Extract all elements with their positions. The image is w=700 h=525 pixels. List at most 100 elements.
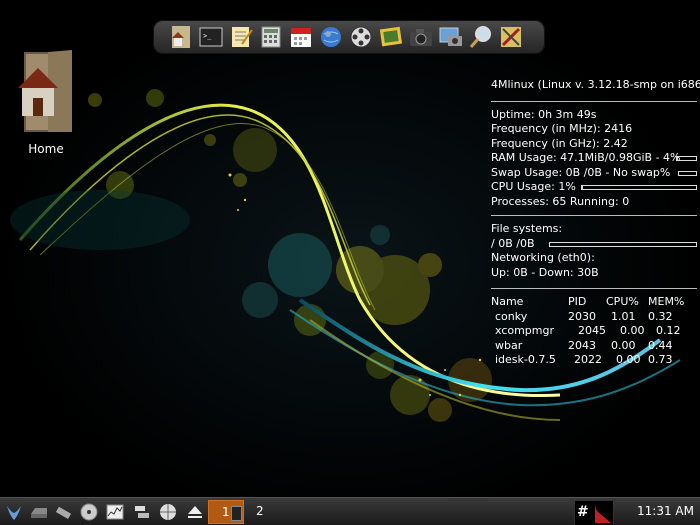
ram-usage-text: RAM Usage: 47.1MiB/0.98GiB - 4% [491,151,681,164]
table-row: xcompmgr 2045 0.00 0.12 [491,324,684,339]
svg-text:>_: >_ [203,32,212,40]
network-plug-icon [55,506,72,519]
divider [491,288,697,289]
calendar-icon [291,28,311,47]
divider [491,100,697,102]
dock-terminal[interactable]: >_ [197,23,225,51]
workspace-2-button[interactable]: 2 [248,500,272,524]
workspace-1-label: 1 [222,505,230,519]
taskbar-network-settings-button[interactable] [157,501,179,523]
process-cpu: 0.00 [616,353,641,366]
dock-camera[interactable] [407,23,435,51]
file-system-usage-bar [549,241,697,247]
swap-usage-row: Swap Usage: 0B /0B - No swap% [491,166,697,181]
taskbar-network-button[interactable] [53,501,75,523]
uptime-text: Uptime: 0h 3m 49s [491,107,597,121]
system-header: 4Mlinux (Linux v. 3.12.18-smp on i686) [491,78,700,91]
process-name: xcompmgr [495,324,555,337]
dock-screenshot[interactable] [437,23,465,51]
taskbar: 1 2 # 11:31 AM [0,497,700,525]
clock[interactable]: 11:31 AM [637,504,694,518]
film-reel-icon [350,26,372,48]
process-table-header: Name PID CPU% MEM% [491,295,684,310]
file-system-root-text: / 0B /0B [491,236,535,250]
screenshot-icon [439,27,462,46]
column-header-cpu: CPU% [606,295,639,308]
globe-icon [160,504,176,520]
taskbar-eject-button[interactable] [184,501,206,523]
cpu-usage-row: CPU Usage: 1% [491,180,697,195]
dock-text-editor[interactable] [227,23,255,51]
process-name: wbar [495,338,523,352]
camera-icon [410,29,432,46]
file-system-root-row: / 0B /0B [491,237,697,252]
process-pid: 2022 [574,353,602,366]
house-folder-icon [18,50,72,132]
column-header-mem: MEM% [648,295,685,308]
cpu-usage-bar [581,185,697,190]
ram-usage-row: RAM Usage: 47.1MiB/0.98GiB - 4% [491,151,697,166]
process-pid: 2043 [568,338,596,352]
process-pid: 2045 [578,324,606,337]
penguin-logo-icon [7,506,21,520]
process-cpu: 0.00 [611,338,636,352]
text-editor-icon [232,27,253,47]
dock-web-browser[interactable] [317,23,345,51]
terminal-icon: >_ [199,27,223,47]
eject-icon [188,506,202,518]
network-speed-text: Up: 0B - Down: 30B [491,265,599,279]
taskbar-disk-button[interactable] [78,501,100,523]
tray-cpu-monitor[interactable]: # [574,500,614,525]
cpu-graph-icon [595,505,611,523]
workspace-2-label: 2 [256,504,264,518]
workspace-1-button[interactable]: 1 [208,500,244,524]
system-monitor-icon [106,504,124,520]
desktop: Home >_ 4Mlinux (Linux v. 3.12.18-smp on… [0,0,700,525]
divider [491,215,697,216]
start-menu-button[interactable] [3,501,25,523]
taskbar-drive-button[interactable] [28,501,50,523]
process-mem: 0.32 [648,309,673,323]
cpu-usage-text: CPU Usage: 1% [491,180,576,193]
swap-usage-text: Swap Usage: 0B /0B - No swap% [491,165,671,179]
file-systems-title: File systems: [491,222,563,235]
home-icon-label: Home [28,142,64,156]
process-mem: 0.12 [656,324,681,337]
web-browser-icon [321,27,341,47]
process-mem: 0.73 [648,353,673,366]
dock-calculator[interactable] [257,23,285,51]
dock-search[interactable] [467,23,495,51]
ram-usage-bar [676,156,697,161]
process-cpu: 1.01 [611,309,636,323]
home-desktop-icon[interactable]: Home [14,48,78,156]
process-pid: 2030 [568,309,596,323]
system-monitor: 4Mlinux (Linux v. 3.12.18-smp on i686) U… [491,78,700,368]
dock-settings-tools[interactable] [497,23,525,51]
optical-disk-icon [80,503,98,521]
taskbar-hardware-button[interactable] [131,501,153,523]
tools-icon [501,27,521,47]
application-dock: >_ [153,20,545,54]
processes-text: Processes: 65 Running: 0 [491,194,630,208]
frequency-mhz-text: Frequency (in MHz): 2416 [491,122,633,135]
taskbar-monitor-button[interactable] [104,501,126,523]
networking-title: Networking (eth0): [491,251,595,264]
process-cpu: 0.00 [620,324,645,337]
dock-image-viewer[interactable] [377,23,405,51]
hard-drive-icon [31,508,47,518]
image-viewer-icon [379,26,403,47]
column-header-pid: PID [568,295,587,308]
process-table: Name PID CPU% MEM% conky 2030 1.01 0.32 … [491,295,684,368]
dock-media-player[interactable] [347,23,375,51]
dock-home-folder[interactable] [167,23,195,51]
process-mem: 0.44 [648,338,673,352]
hardware-icon [135,506,149,518]
home-folder-icon [172,26,190,48]
frequency-ghz-text: Frequency (in GHz): 2.42 [491,136,628,150]
search-icon [469,26,491,48]
calculator-icon [261,26,281,48]
column-header-name: Name [491,295,524,308]
table-row: idesk-0.7.5 2022 0.00 0.73 [491,353,684,368]
dock-calendar[interactable] [287,23,315,51]
tray-monitor-label: # [577,504,589,520]
